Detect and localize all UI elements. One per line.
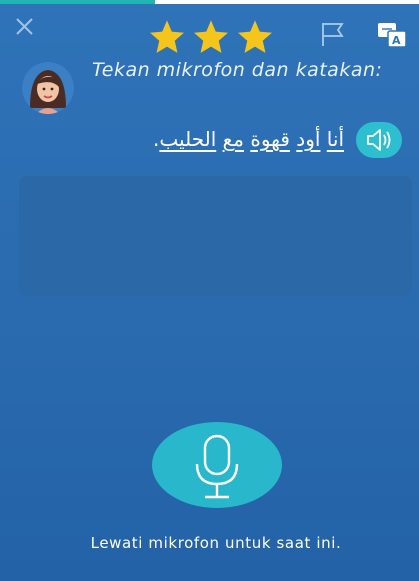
- progress-bar: [0, 0, 419, 4]
- star-icon: [150, 20, 184, 53]
- star-icon: [194, 20, 228, 53]
- woman-avatar-icon: [22, 62, 74, 114]
- phrase-row: أنا أود قهوة مع الحليب.: [90, 122, 402, 162]
- svg-text:A: A: [392, 34, 401, 47]
- play-audio-button[interactable]: [356, 122, 402, 158]
- phrase-word[interactable]: مع: [223, 127, 244, 151]
- speaker-icon: [367, 129, 391, 151]
- skip-microphone-link[interactable]: Lewati mikrofon untuk saat ini.: [0, 534, 419, 552]
- star-icon: [238, 20, 272, 53]
- progress-bar-fill: [0, 0, 156, 4]
- flag-icon: [322, 23, 344, 46]
- avatar: [22, 62, 74, 114]
- close-icon: [16, 18, 33, 35]
- microphone-button[interactable]: [152, 422, 282, 508]
- close-button[interactable]: [12, 14, 38, 40]
- instruction-text: Tekan mikrofon dan katakan:: [92, 59, 383, 81]
- translate-icon: A: [378, 23, 407, 48]
- phrase-word[interactable]: أنا: [327, 127, 344, 151]
- phrase-word[interactable]: أود: [296, 127, 320, 151]
- translate-button[interactable]: A: [376, 20, 408, 50]
- phrase-word[interactable]: قهوة: [250, 127, 290, 151]
- report-flag-button[interactable]: [318, 20, 346, 48]
- phrase-word[interactable]: الحليب: [159, 127, 216, 151]
- arabic-phrase: أنا أود قهوة مع الحليب.: [153, 126, 344, 152]
- microphone-icon: [195, 434, 239, 499]
- speech-result-box: [19, 176, 412, 296]
- stars-rating: [148, 18, 274, 56]
